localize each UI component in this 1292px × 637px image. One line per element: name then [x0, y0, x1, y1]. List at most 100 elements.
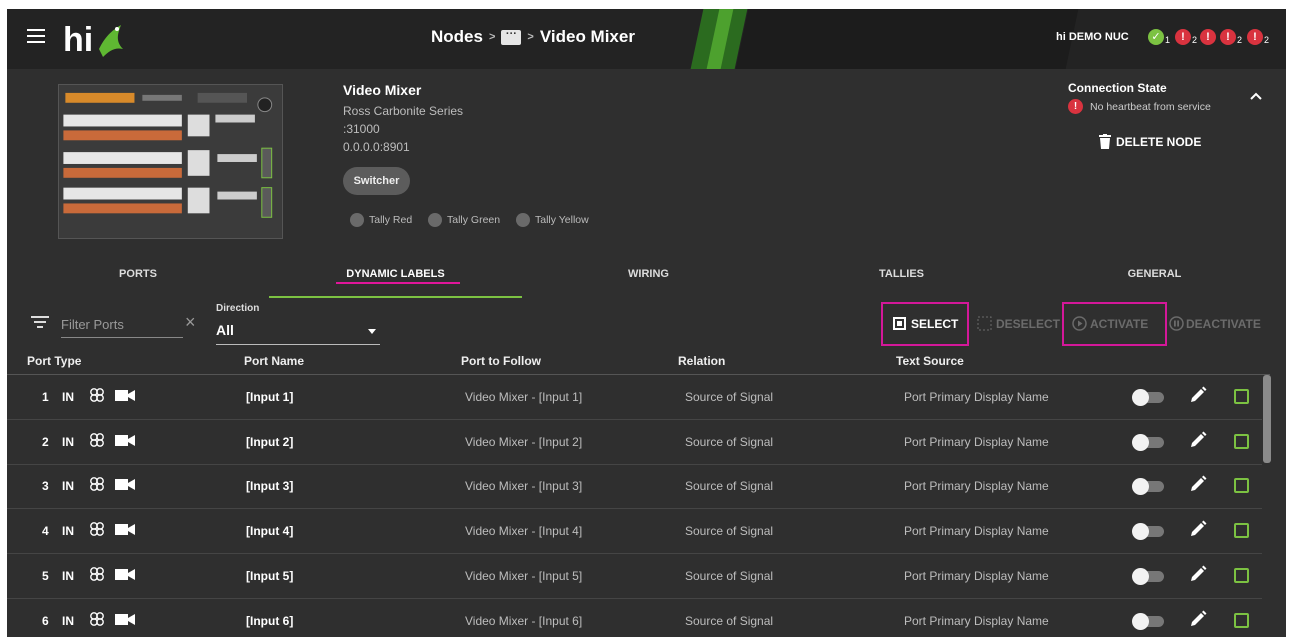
filter-ports-input[interactable] — [61, 312, 183, 338]
link-icon — [90, 611, 104, 626]
active-tab-indicator — [269, 296, 522, 298]
row-toggle[interactable] — [1132, 433, 1166, 451]
hamburger-menu-icon[interactable] — [27, 29, 45, 43]
dropdown-caret-icon — [368, 329, 376, 334]
delete-node-button[interactable]: DELETE NODE — [1099, 134, 1201, 149]
edit-pencil-icon[interactable] — [1189, 520, 1207, 538]
table-row[interactable]: 6 IN [Input 6] Video Mixer - [Input 6] S… — [7, 599, 1262, 637]
port-name: [Input 5] — [246, 568, 294, 583]
port-number: 6 — [42, 613, 49, 628]
port-direction: IN — [62, 390, 74, 404]
select-label: SELECT — [911, 316, 959, 331]
row-checkbox[interactable] — [1234, 523, 1249, 539]
edit-pencil-icon[interactable] — [1189, 431, 1207, 449]
row-toggle[interactable] — [1132, 523, 1166, 541]
direction-select[interactable]: All — [216, 318, 380, 345]
port-name: [Input 1] — [246, 390, 294, 404]
status-indicator-ok[interactable]: ✓ 1 — [1148, 29, 1170, 45]
column-header-port-name[interactable]: Port Name — [244, 354, 304, 368]
table-row[interactable]: 1 IN [Input 1] Video Mixer - [Input 1] S… — [7, 375, 1262, 420]
table-row[interactable]: 5 IN [Input 5] Video Mixer - [Input 5] S… — [7, 554, 1262, 599]
select-button[interactable]: SELECT — [892, 316, 958, 331]
video-camera-icon — [115, 390, 135, 401]
deactivate-button[interactable]: DEACTIVATE — [1169, 316, 1261, 331]
link-icon — [90, 388, 104, 402]
tab-general[interactable]: GENERAL — [1028, 268, 1281, 300]
video-camera-icon — [115, 568, 135, 580]
row-checkbox[interactable] — [1234, 433, 1249, 449]
text-source: Port Primary Display Name — [904, 390, 1049, 404]
tab-tallies[interactable]: TALLIES — [775, 268, 1028, 300]
row-checkbox[interactable] — [1234, 612, 1249, 628]
row-checkbox[interactable] — [1234, 478, 1249, 494]
video-camera-icon — [115, 479, 135, 491]
top-bar: hi Nodes > ··· > Video Mixer hi DEMO NUC… — [7, 9, 1286, 69]
link-icon — [90, 432, 104, 447]
relation: Source of Signal — [685, 434, 774, 449]
status-indicator-error[interactable]: ! 2 — [1175, 29, 1197, 45]
breadcrumb-more-chip[interactable]: ··· — [501, 28, 522, 45]
tally-dot-icon — [428, 213, 442, 227]
breadcrumb-nodes[interactable]: Nodes — [431, 27, 483, 47]
deactivate-label: DEACTIVATE — [1186, 316, 1261, 331]
port-direction: IN — [62, 479, 74, 494]
status-indicator-error[interactable]: ! — [1200, 29, 1216, 45]
row-toggle[interactable] — [1132, 478, 1166, 496]
video-camera-icon — [115, 613, 135, 625]
edit-pencil-icon[interactable] — [1189, 565, 1207, 583]
edit-pencil-icon[interactable] — [1189, 386, 1207, 404]
table-scrollbar[interactable] — [1263, 375, 1271, 463]
switcher-chip[interactable]: Switcher — [343, 167, 410, 195]
tally-label: Tally Red — [369, 214, 413, 226]
link-icon — [90, 477, 104, 492]
row-checkbox[interactable] — [1234, 567, 1249, 583]
row-toggle[interactable] — [1132, 389, 1166, 406]
status-indicator-error[interactable]: ! 2 — [1220, 29, 1242, 45]
direction-value: All — [216, 322, 234, 338]
row-toggle[interactable] — [1132, 612, 1166, 630]
error-icon: ! — [1175, 29, 1191, 45]
filter-icon[interactable] — [31, 316, 49, 330]
port-name: [Input 6] — [246, 613, 294, 628]
breadcrumb-separator: > — [488, 31, 496, 43]
row-toggle[interactable] — [1132, 567, 1166, 585]
text-source: Port Primary Display Name — [904, 479, 1049, 494]
column-header-port-to-follow[interactable]: Port to Follow — [461, 354, 541, 368]
clear-filter-icon[interactable]: × — [185, 312, 196, 333]
text-source: Port Primary Display Name — [904, 434, 1049, 449]
tally-green: Tally Green — [428, 213, 500, 227]
direction-label: Direction — [216, 303, 260, 314]
table-row[interactable]: 3 IN [Input 3] Video Mixer - [Input 3] S… — [7, 464, 1262, 510]
column-header-relation[interactable]: Relation — [678, 354, 725, 368]
port-number: 4 — [42, 524, 49, 539]
play-circle-icon — [1072, 316, 1087, 331]
status-count: 2 — [1237, 35, 1243, 45]
pause-circle-icon — [1169, 316, 1184, 331]
tab-ports[interactable]: PORTS — [7, 268, 269, 300]
video-camera-icon — [115, 524, 135, 536]
header-decor-band — [735, 9, 1079, 69]
edit-pencil-icon[interactable] — [1189, 475, 1207, 493]
port-direction: IN — [62, 524, 74, 539]
error-icon: ! — [1220, 29, 1236, 45]
error-icon: ! — [1068, 99, 1083, 114]
port-number: 1 — [42, 390, 49, 404]
link-icon — [90, 522, 104, 536]
tab-wiring[interactable]: WIRING — [522, 268, 775, 300]
column-header-port-type[interactable]: Port Type — [27, 354, 81, 368]
row-checkbox[interactable] — [1234, 389, 1249, 404]
status-indicator-error[interactable]: ! 2 — [1247, 29, 1269, 45]
edit-pencil-icon[interactable] — [1189, 610, 1207, 628]
table-row[interactable]: 4 IN [Input 4] Video Mixer - [Input 4] S… — [7, 509, 1262, 555]
tally-red: Tally Red — [350, 213, 412, 227]
activate-button[interactable]: ACTIVATE — [1072, 316, 1148, 331]
delete-node-label: DELETE NODE — [1116, 134, 1202, 149]
table-row[interactable]: 2 IN [Input 2] Video Mixer - [Input 2] S… — [7, 420, 1262, 465]
svg-text:hi: hi — [63, 21, 93, 59]
collapse-chevron-icon[interactable] — [1249, 91, 1263, 101]
column-header-text-source[interactable]: Text Source — [896, 354, 964, 368]
deselect-button[interactable]: DESELECT — [977, 316, 1060, 331]
tally-dot-icon — [350, 213, 364, 227]
text-source: Port Primary Display Name — [904, 613, 1049, 628]
deselect-icon — [977, 316, 992, 331]
